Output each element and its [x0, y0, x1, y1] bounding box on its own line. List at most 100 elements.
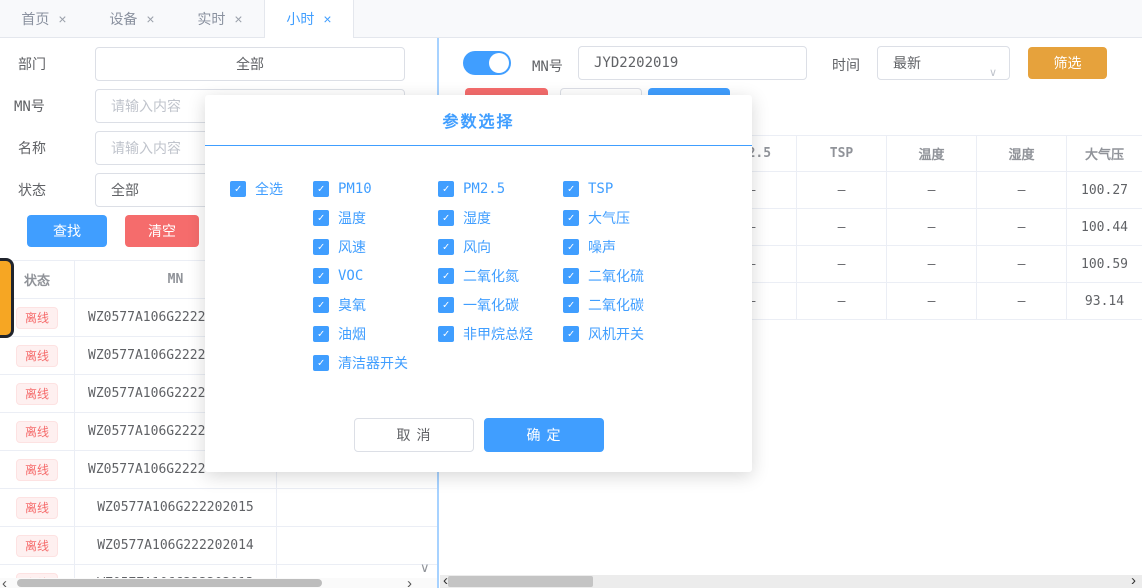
parameter-checkbox[interactable]: VOC	[313, 268, 438, 284]
scroll-left-icon[interactable]: ‹	[2, 576, 7, 588]
checkbox-checked-icon[interactable]	[313, 181, 329, 197]
scroll-left-icon[interactable]: ‹	[443, 573, 448, 588]
tab-bar: 首页 × 设备 × 实时 × 小时 ×	[0, 0, 1142, 38]
checkbox-checked-icon[interactable]	[563, 239, 579, 255]
status-badge: 离线	[16, 421, 58, 443]
checkbox-checked-icon[interactable]	[313, 326, 329, 342]
edge-floating-widget[interactable]	[0, 258, 14, 338]
checkbox-checked-icon[interactable]	[438, 268, 454, 284]
checkbox-checked-icon[interactable]	[313, 355, 329, 371]
time-select[interactable]: 最新 ∨	[877, 46, 1010, 80]
close-icon[interactable]: ×	[146, 11, 154, 27]
name-label: 名称	[18, 138, 46, 158]
data-table-row[interactable]: – – – – 100.59	[707, 246, 1142, 283]
status-cell: 离线	[0, 527, 75, 564]
temp-cell: –	[887, 283, 977, 319]
close-icon[interactable]: ×	[234, 11, 242, 27]
close-icon[interactable]: ×	[323, 11, 331, 27]
pressure-cell: 100.44	[1067, 209, 1142, 245]
checkbox-checked-icon[interactable]	[313, 210, 329, 226]
scroll-right-icon[interactable]: ›	[1131, 573, 1136, 588]
mn-label: MN号	[14, 96, 45, 116]
tab[interactable]: 小时 ×	[264, 0, 354, 38]
tsp-cell: –	[797, 172, 887, 208]
status-badge: 离线	[16, 307, 58, 329]
checkbox-checked-icon[interactable]	[563, 210, 579, 226]
parameter-checkbox[interactable]: 一氧化碳	[438, 295, 563, 315]
parameter-checkbox[interactable]: 全选	[230, 179, 313, 199]
parameter-checkbox[interactable]: 风速	[313, 237, 438, 257]
checkbox-checked-icon[interactable]	[230, 181, 246, 197]
checkbox-checked-icon[interactable]	[438, 210, 454, 226]
checkbox-checked-icon[interactable]	[563, 268, 579, 284]
parameter-checkbox[interactable]: 油烟	[313, 324, 438, 344]
filter-button[interactable]: 筛选	[1028, 47, 1107, 79]
tab-label: 小时	[286, 9, 314, 29]
checkbox-checked-icon[interactable]	[438, 181, 454, 197]
checkbox-checked-icon[interactable]	[438, 239, 454, 255]
status-cell: 离线	[0, 337, 75, 374]
checkbox-label: 全选	[255, 179, 283, 199]
checkbox-label: PM2.5	[463, 181, 505, 197]
humidity-cell: –	[977, 209, 1067, 245]
checkbox-checked-icon[interactable]	[438, 326, 454, 342]
left-hscrollbar-thumb[interactable]	[17, 579, 322, 587]
parameter-checkbox[interactable]: 二氧化硫	[563, 266, 733, 286]
parameter-checkbox[interactable]: 温度	[313, 208, 438, 228]
parameter-checkbox[interactable]: 湿度	[438, 208, 563, 228]
table-row[interactable]: 离线 WZ0577A106G222202015	[0, 489, 437, 527]
checkbox-label: 风机开关	[588, 324, 644, 344]
parameter-checkbox[interactable]: 风机开关	[563, 324, 733, 344]
checkbox-checked-icon[interactable]	[313, 239, 329, 255]
checkbox-label: 清洁器开关	[338, 353, 408, 373]
data-column-header: 温度	[887, 136, 977, 171]
tab[interactable]: 首页 ×	[0, 0, 88, 37]
parameter-checkbox[interactable]: TSP	[563, 181, 733, 197]
parameter-checkbox[interactable]: PM2.5	[438, 181, 563, 197]
toggle-knob	[489, 53, 509, 73]
scroll-down-icon[interactable]: ∨	[420, 560, 430, 576]
data-table-row[interactable]: – – – – 93.14	[707, 283, 1142, 320]
modal-footer: 取消 确定	[205, 418, 752, 452]
cancel-button[interactable]: 取消	[354, 418, 474, 452]
checkbox-label: 噪声	[588, 237, 616, 257]
parameter-checkbox[interactable]: 非甲烷总烃	[438, 324, 563, 344]
checkbox-checked-icon[interactable]	[563, 297, 579, 313]
right-hscrollbar-thumb[interactable]	[448, 576, 593, 587]
tab[interactable]: 设备 ×	[88, 0, 176, 37]
parameter-checkbox[interactable]: 大气压	[563, 208, 733, 228]
checkbox-label: 一氧化碳	[463, 295, 519, 315]
mn-toggle-switch[interactable]	[463, 51, 511, 75]
search-button[interactable]: 查找	[27, 215, 107, 247]
parameter-checkbox[interactable]: 臭氧	[313, 295, 438, 315]
parameter-checkbox[interactable]: PM10	[313, 181, 438, 197]
parameter-checkbox[interactable]: 二氧化氮	[438, 266, 563, 286]
data-table-row[interactable]: – – – – 100.27	[707, 172, 1142, 209]
close-icon[interactable]: ×	[58, 11, 66, 27]
humidity-cell: –	[977, 246, 1067, 282]
right-mn-input[interactable]	[578, 46, 807, 80]
checkbox-checked-icon[interactable]	[313, 297, 329, 313]
parameter-checkbox[interactable]: 风向	[438, 237, 563, 257]
scroll-right-icon[interactable]: ›	[407, 576, 412, 588]
tab[interactable]: 实时 ×	[176, 0, 264, 37]
confirm-button[interactable]: 确定	[484, 418, 604, 452]
table-row[interactable]: 离线 WZ0577A106G222202014	[0, 527, 437, 565]
checkbox-checked-icon[interactable]	[563, 326, 579, 342]
temp-cell: –	[887, 246, 977, 282]
parameter-checkbox[interactable]: 噪声	[563, 237, 733, 257]
checkbox-checked-icon[interactable]	[563, 181, 579, 197]
parameter-checkbox[interactable]: 二氧化碳	[563, 295, 733, 315]
data-table-row[interactable]: – – – – 100.44	[707, 209, 1142, 246]
dept-input[interactable]	[95, 47, 405, 81]
tab-label: 设备	[109, 9, 137, 29]
tab-label: 首页	[21, 9, 49, 29]
status-cell: 离线	[0, 413, 75, 450]
tsp-cell: –	[797, 283, 887, 319]
humidity-cell: –	[977, 283, 1067, 319]
checkbox-checked-icon[interactable]	[313, 268, 329, 284]
checkbox-label: PM10	[338, 181, 372, 197]
checkbox-checked-icon[interactable]	[438, 297, 454, 313]
clear-button[interactable]: 清空	[125, 215, 199, 247]
parameter-checkbox[interactable]: 清洁器开关	[313, 353, 438, 373]
